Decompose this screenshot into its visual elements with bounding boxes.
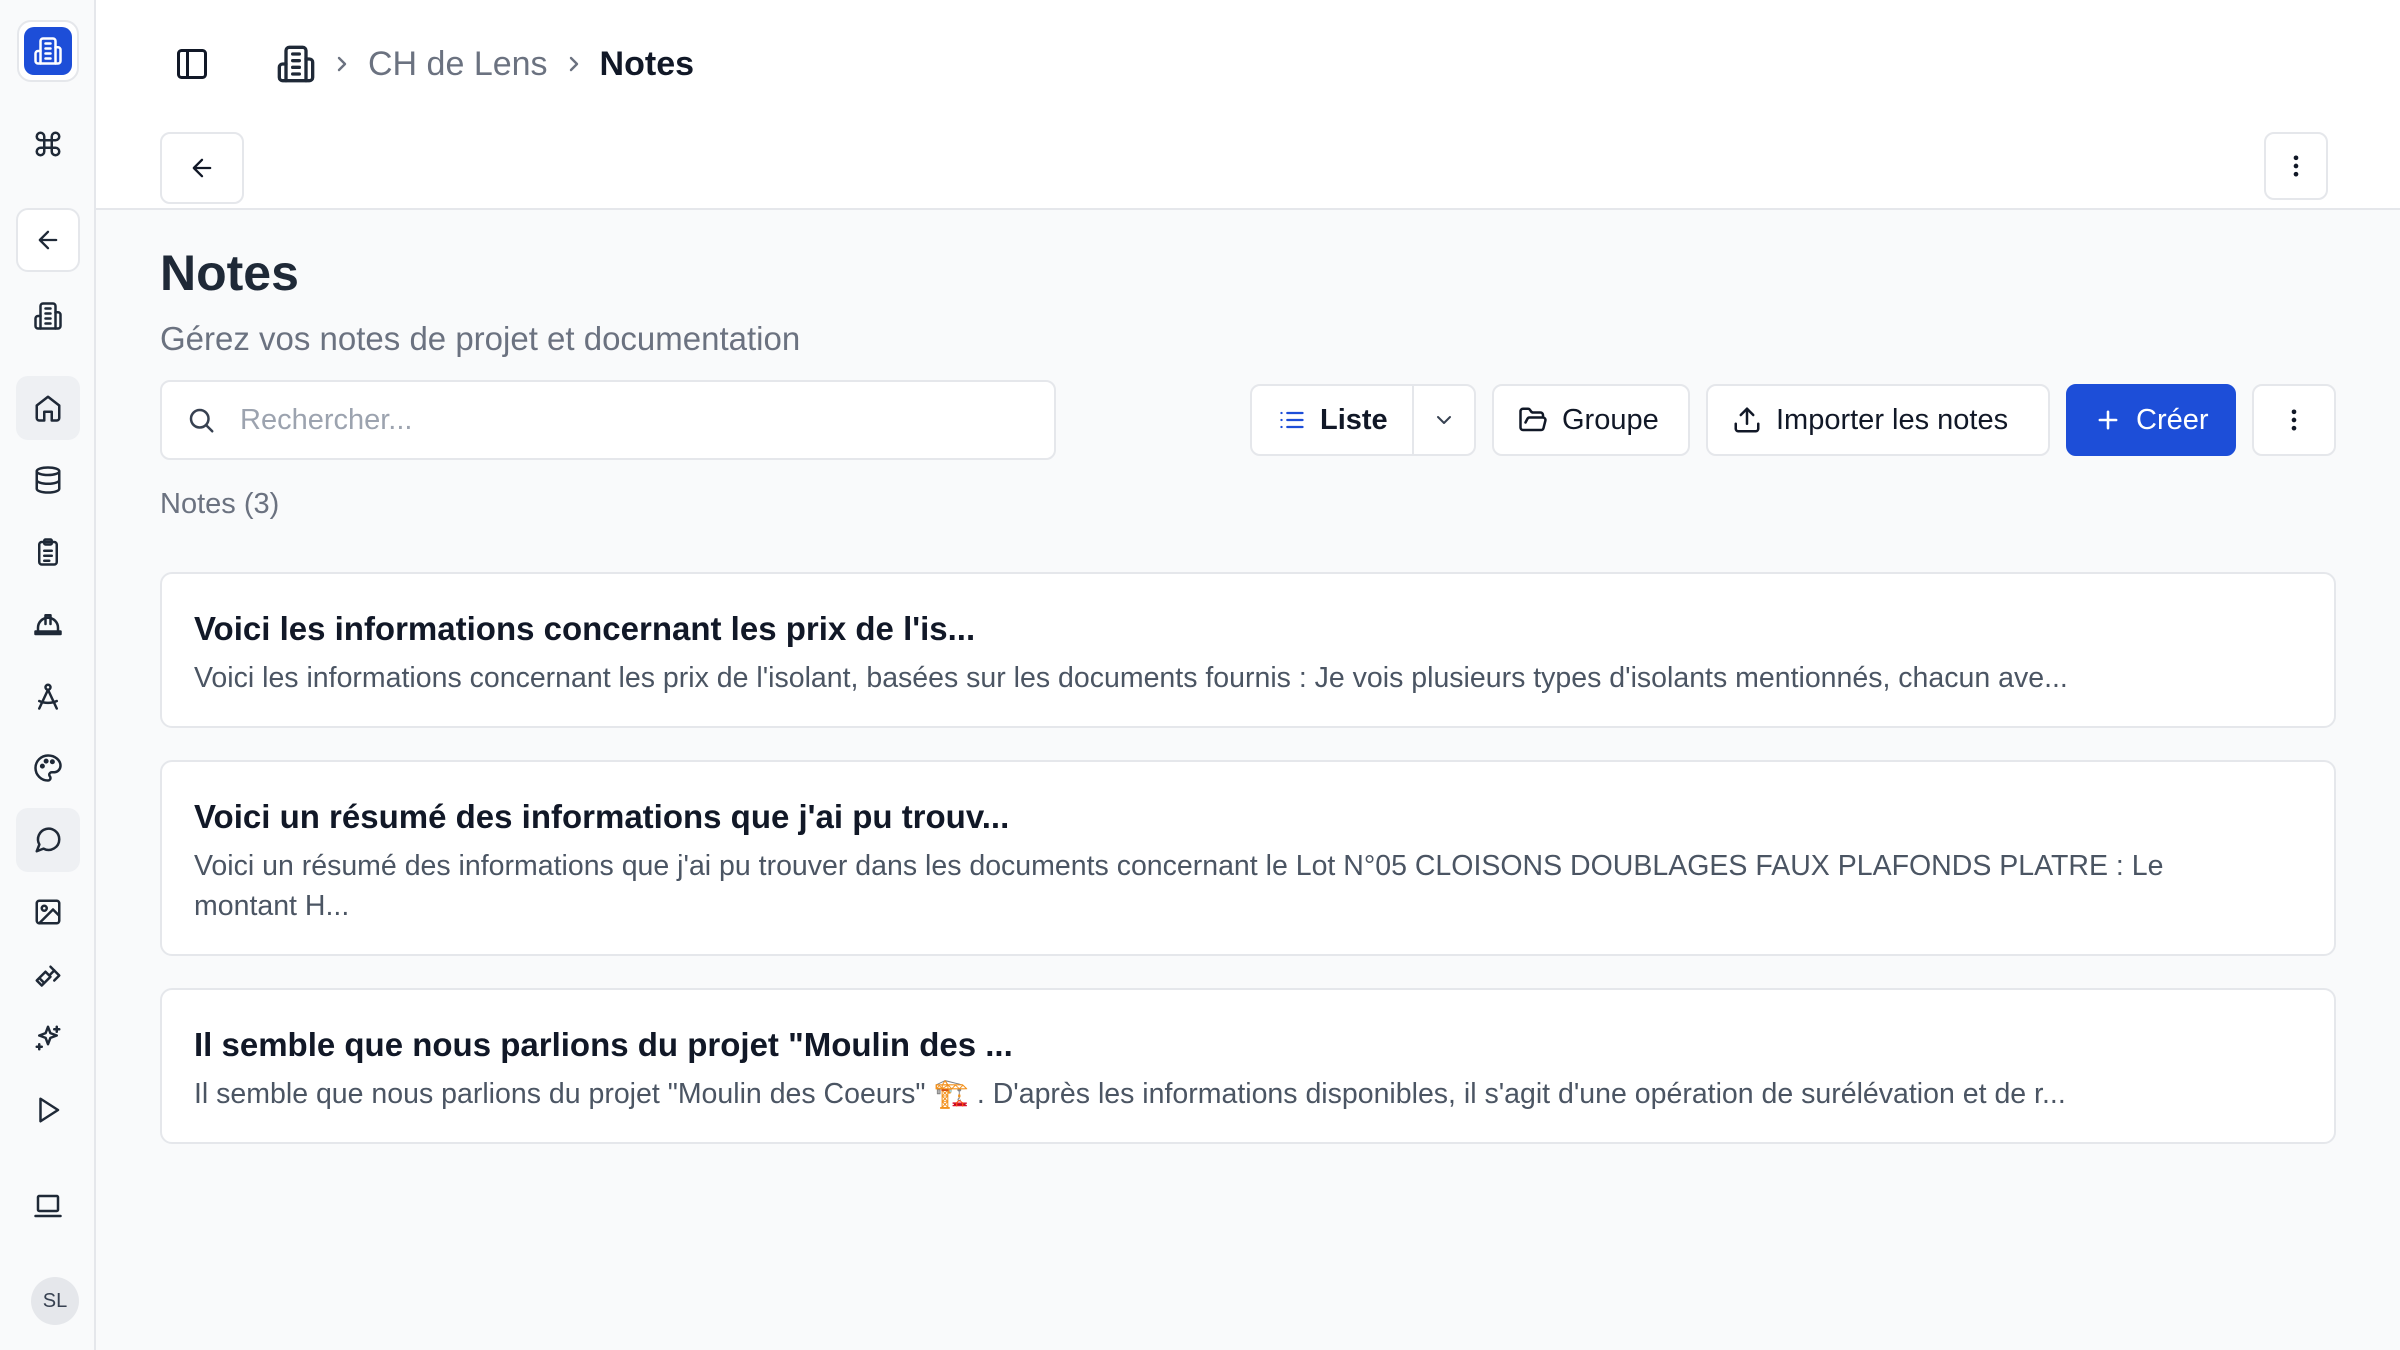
avatar-initials: SL [42,1289,68,1312]
note-preview: Voici les informations concernant les pr… [194,662,2068,694]
building-icon [34,302,62,330]
breadcrumb-project[interactable]: CH de Lens [368,45,548,84]
play-icon [39,1097,60,1123]
sidebar-item-home[interactable] [16,376,80,440]
sidebar-back-button[interactable] [16,208,80,272]
panel-left-icon [177,49,207,79]
clipboard-icon [38,538,58,566]
view-switcher: Liste [1250,384,1476,456]
sidebar-item-desktop[interactable] [16,1174,80,1238]
note-title: Voici un résumé des informations que j'a… [194,798,1010,835]
note-card[interactable]: Voici un résumé des informations que j'a… [160,760,2336,956]
ruler-pencil-icon [35,965,61,987]
note-title: Voici les informations concernant les pr… [194,610,976,647]
folder-open-icon [1519,407,1547,432]
plus-icon [2098,410,2118,430]
view-label: Liste [1320,403,1388,436]
header: CH de Lens Notes [96,0,2400,210]
sidebar-item-design[interactable] [16,664,80,728]
view-list-button[interactable]: Liste [1252,386,1414,454]
search-input[interactable] [240,403,1000,437]
create-label: Créer [2136,403,2209,436]
home-icon [35,395,61,422]
page-subtitle: Gérez vos notes de projet et documentati… [160,320,801,357]
sparkles-icon [35,1025,61,1051]
arrow-left-icon [192,158,212,178]
group-label: Groupe [1562,403,1659,436]
sidebar-item-construction[interactable] [16,592,80,656]
group-button[interactable]: Groupe [1492,384,1690,456]
app-logo[interactable] [17,20,79,82]
search-icon [189,408,214,433]
hard-hat-icon [34,614,62,636]
more-vertical-icon [2293,155,2299,177]
chevron-down-icon [1437,416,1451,424]
sidebar-item-tasks[interactable] [16,520,80,584]
sidebar-item-project[interactable] [16,284,80,348]
breadcrumb: CH de Lens Notes [276,36,694,92]
more-vertical-icon [2291,409,2297,431]
breadcrumb-current: Notes [599,44,695,83]
page-title: Notes [160,245,299,301]
sidebar-item-tools[interactable] [16,946,80,1010]
note-preview: Voici un résumé des informations que j'a… [194,850,2164,922]
import-label: Importer les notes [1776,403,2009,436]
note-card[interactable]: Il semble que nous parlions du projet "M… [160,988,2336,1144]
database-icon [35,466,61,494]
search-box [160,380,1056,460]
compass-icon [38,683,58,710]
palette-icon [34,754,62,782]
note-preview: Il semble que nous parlions du projet "M… [194,1078,2066,1110]
laptop-icon [34,1194,62,1218]
notes-count: Notes (3) [160,488,280,520]
sidebar-item-images[interactable] [16,880,80,944]
sidebar: SL [0,0,96,1350]
chat-icon [35,827,61,853]
avatar[interactable]: SL [31,1277,79,1325]
sidebar-item-database[interactable] [16,448,80,512]
command-icon[interactable] [16,112,80,176]
chevron-right-icon [337,56,347,72]
image-icon [35,899,61,925]
sidebar-item-presentation[interactable] [16,1078,80,1142]
note-title: Il semble que nous parlions du projet "M… [194,1026,1013,1063]
view-dropdown-button[interactable] [1414,386,1474,454]
more-options-button[interactable] [2252,384,2336,456]
import-notes-button[interactable]: Importer les notes [1706,384,2050,456]
sidebar-item-palette[interactable] [16,736,80,800]
building-icon [277,45,315,83]
sidebar-toggle-button[interactable] [168,40,216,88]
chevron-right-icon [569,56,578,72]
sidebar-item-chat[interactable] [16,808,80,872]
list-icon [1280,411,1304,429]
sidebar-item-ai[interactable] [16,1006,80,1070]
page-menu-button[interactable] [2264,132,2328,200]
arrow-left-icon [38,230,58,250]
create-note-button[interactable]: Créer [2066,384,2236,456]
back-button[interactable] [160,132,244,204]
note-card[interactable]: Voici les informations concernant les pr… [160,572,2336,728]
breadcrumb-home[interactable] [276,44,316,84]
building-logo-icon [24,27,72,75]
upload-icon [1734,407,1760,433]
